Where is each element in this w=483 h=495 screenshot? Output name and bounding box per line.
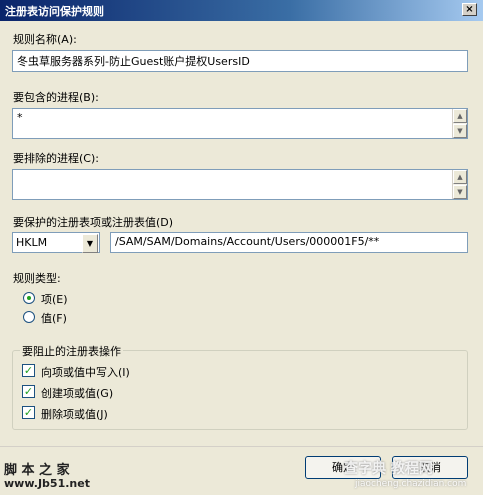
divider [0,446,483,447]
checkbox-delete-label[interactable]: 删除项或值(J) [41,406,108,422]
checkbox-write-label[interactable]: 向项或值中写入(I) [41,364,130,380]
rule-type-label: 规则类型: [13,272,61,285]
watermark-chazidian-url: jiaocheng.chazidian.com [355,479,467,489]
rule-name-input[interactable]: 冬虫草服务器系列-防止Guest账户提权UsersID [12,50,468,72]
rule-name-label: 规则名称(A): [13,33,77,46]
scroll-down-icon[interactable]: ▼ [453,124,467,138]
hive-value: HKLM [16,236,48,249]
title-bar[interactable]: 注册表访问保护规则 × [0,0,483,21]
exclude-scrollbar[interactable]: ▲ ▼ [452,170,467,199]
scroll-up-icon[interactable]: ▲ [453,170,467,184]
radio-key-label[interactable]: 项(E) [41,291,68,307]
scroll-down-icon[interactable]: ▼ [453,185,467,199]
radio-value[interactable] [23,311,35,323]
checkbox-create-label[interactable]: 创建项或值(G) [41,385,113,401]
scroll-up-icon[interactable]: ▲ [453,109,467,123]
close-icon: × [465,4,474,15]
hive-select[interactable]: HKLM ▼ [12,232,100,253]
radio-value-label[interactable]: 值(F) [41,310,67,326]
window-title: 注册表访问保护规则 [5,5,104,18]
block-operations-legend: 要阻止的注册表操作 [20,343,123,359]
include-processes-input[interactable]: * ▲ ▼ [12,108,468,139]
radio-key[interactable] [23,292,35,304]
watermark-jb51-url: www.Jb51.net [4,477,90,490]
watermark-jb51-title: 脚 本 之 家 [4,463,70,478]
checkbox-create[interactable]: ✓ [22,385,35,398]
watermark-chazidian-title: 查字典 教程网 [344,461,433,477]
registry-path-input[interactable]: /SAM/SAM/Domains/Account/Users/000001F5/… [110,232,468,253]
close-button[interactable]: × [462,3,477,16]
exclude-processes-input[interactable]: ▲ ▼ [12,169,468,200]
include-processes-label: 要包含的进程(B): [13,91,99,104]
protect-registry-label: 要保护的注册表项或注册表值(D) [13,216,174,229]
exclude-processes-label: 要排除的进程(C): [13,152,99,165]
include-scrollbar[interactable]: ▲ ▼ [452,109,467,138]
chevron-down-icon[interactable]: ▼ [82,234,98,253]
include-processes-value: * [17,111,23,124]
checkbox-write[interactable]: ✓ [22,364,35,377]
checkbox-delete[interactable]: ✓ [22,406,35,419]
